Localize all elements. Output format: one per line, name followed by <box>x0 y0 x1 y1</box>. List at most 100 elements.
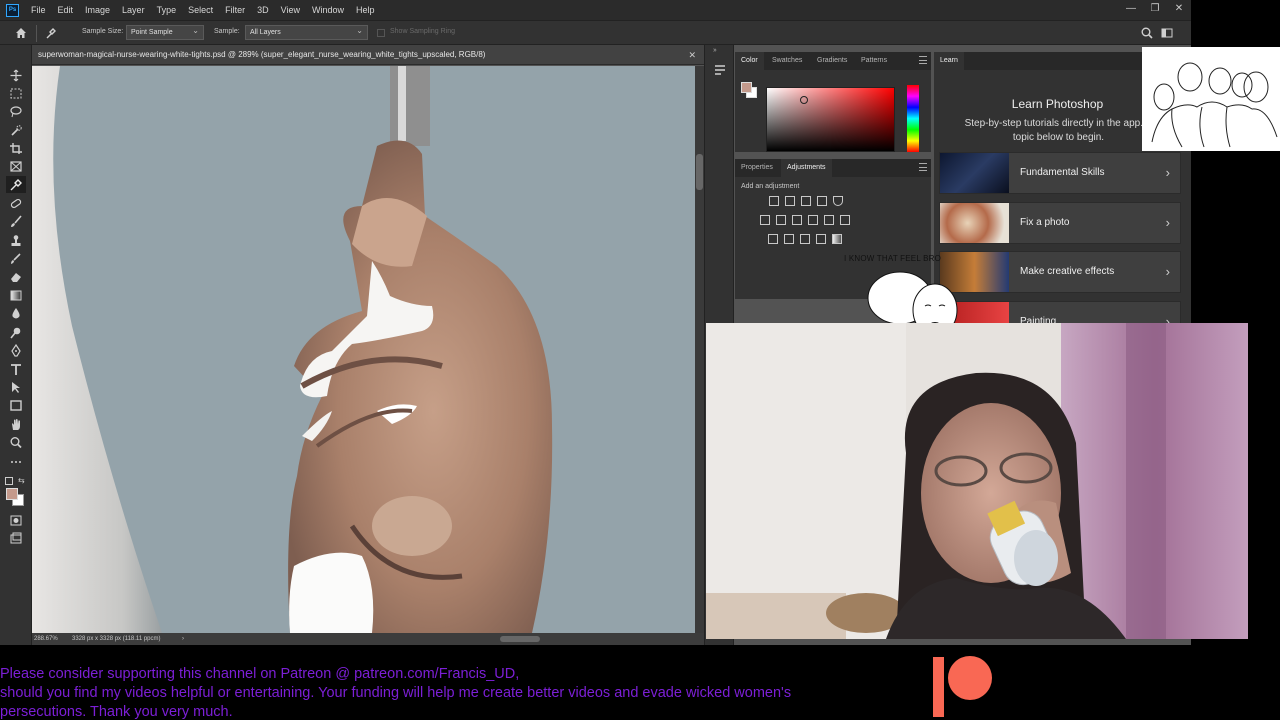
menu-edit[interactable]: Edit <box>52 0 80 20</box>
home-icon[interactable] <box>14 26 28 40</box>
foreground-color-swatch[interactable] <box>6 488 18 500</box>
menu-select[interactable]: Select <box>182 0 219 20</box>
eyedropper-tool-selected[interactable] <box>6 176 26 193</box>
zoom-tool-icon[interactable] <box>9 436 23 449</box>
adjustments-panel-menu-icon[interactable] <box>919 163 927 171</box>
patreon-message: Please consider supporting this channel … <box>0 665 900 720</box>
menu-help[interactable]: Help <box>350 0 381 20</box>
menu-file[interactable]: File <box>25 0 52 20</box>
footer-line-2: should you find my videos helpful or ent… <box>0 685 792 701</box>
gradient-tool-icon[interactable] <box>9 289 23 302</box>
tab-swatches[interactable]: Swatches <box>772 52 802 70</box>
menu-layer[interactable]: Layer <box>116 0 151 20</box>
minimize-button[interactable]: — <box>1119 0 1143 20</box>
workspace-icon[interactable] <box>1160 26 1174 40</box>
tab-patterns[interactable]: Patterns <box>861 52 887 70</box>
color-lookup-icon[interactable] <box>840 215 850 225</box>
card-fundamental-skills[interactable]: Fundamental Skills › <box>939 152 1181 194</box>
brightness-contrast-icon[interactable] <box>769 196 779 206</box>
tab-learn[interactable]: Learn <box>934 52 964 70</box>
horizontal-scroll-thumb[interactable] <box>500 636 540 642</box>
tools-panel: ⇆ <box>0 45 32 645</box>
show-sampling-ring-checkbox[interactable] <box>377 29 385 37</box>
posterize-icon[interactable] <box>784 234 794 244</box>
tab-gradients[interactable]: Gradients <box>817 52 847 70</box>
type-tool-icon[interactable] <box>9 363 23 376</box>
menu-3d[interactable]: 3D <box>251 0 275 20</box>
exposure-icon[interactable] <box>817 196 827 206</box>
restore-button[interactable]: ❐ <box>1143 0 1167 20</box>
dodge-tool-icon[interactable] <box>9 326 23 339</box>
menu-image[interactable]: Image <box>79 0 116 20</box>
gradient-map-icon[interactable] <box>832 234 842 244</box>
vibrance-icon[interactable] <box>833 196 843 206</box>
screen-mode-icon[interactable] <box>9 532 23 545</box>
brush-tool-icon[interactable] <box>9 215 23 228</box>
rectangle-tool-icon[interactable] <box>9 399 23 412</box>
pen-tool-icon[interactable] <box>9 344 23 357</box>
document-tab[interactable]: superwoman-magical-nurse-wearing-white-t… <box>32 45 704 65</box>
eyedropper-preset-icon[interactable] <box>44 26 58 40</box>
close-window-button[interactable]: ✕ <box>1167 0 1191 20</box>
meme-caption: I KNOW THAT FEEL BRO <box>844 254 942 263</box>
swap-colors-icon[interactable]: ⇆ <box>18 476 25 485</box>
photoshop-logo-icon: Ps <box>6 3 19 17</box>
tab-adjustments[interactable]: Adjustments <box>781 159 832 177</box>
history-panel-icon[interactable] <box>713 63 727 77</box>
levels-icon[interactable] <box>785 196 795 206</box>
curves-icon[interactable] <box>801 196 811 206</box>
menu-window[interactable]: Window <box>306 0 350 20</box>
hand-tool-icon[interactable] <box>9 418 23 431</box>
clone-stamp-tool-icon[interactable] <box>9 234 23 247</box>
vertical-scrollbar[interactable] <box>695 66 704 633</box>
search-icon[interactable] <box>1140 26 1154 40</box>
tab-properties[interactable]: Properties <box>741 159 773 177</box>
more-tools-icon[interactable] <box>9 455 23 468</box>
zoom-level[interactable]: 288.67% <box>34 633 58 645</box>
frame-tool-icon[interactable] <box>9 160 23 173</box>
healing-brush-tool-icon[interactable] <box>9 197 23 210</box>
default-colors-icon[interactable] <box>5 477 13 485</box>
tab-color[interactable]: Color <box>735 52 764 70</box>
vertical-scroll-thumb[interactable] <box>696 154 703 190</box>
doodle-overlay <box>1142 47 1280 151</box>
color-picker-cursor[interactable] <box>800 96 808 104</box>
color-balance-icon[interactable] <box>776 215 786 225</box>
quick-mask-icon[interactable] <box>9 514 23 527</box>
crop-tool-icon[interactable] <box>9 142 23 155</box>
menu-type[interactable]: Type <box>151 0 183 20</box>
status-menu-arrow[interactable]: › <box>182 633 184 645</box>
color-picker-field[interactable] <box>766 87 895 152</box>
hue-saturation-icon[interactable] <box>760 215 770 225</box>
sample-size-dropdown[interactable]: Point Sample <box>126 24 204 40</box>
blur-tool-icon[interactable] <box>9 307 23 320</box>
menu-view[interactable]: View <box>275 0 306 20</box>
marquee-tool-icon[interactable] <box>9 87 23 100</box>
adjustments-panel-tabs: Properties Adjustments <box>735 159 931 177</box>
threshold-icon[interactable] <box>800 234 810 244</box>
path-selection-tool-icon[interactable] <box>9 381 23 394</box>
learn-subtitle: Step-by-step tutorials directly in the a… <box>946 117 1171 145</box>
hue-slider[interactable] <box>907 85 919 152</box>
color-panel-menu-icon[interactable] <box>919 56 927 64</box>
quick-selection-tool-icon[interactable] <box>9 124 23 137</box>
collapse-panels-icon[interactable]: ›› <box>713 47 717 54</box>
photo-filter-icon[interactable] <box>808 215 818 225</box>
eraser-tool-icon[interactable] <box>9 270 23 283</box>
chevron-right-icon: › <box>1165 165 1170 180</box>
lasso-tool-icon[interactable] <box>9 105 23 118</box>
sample-dropdown[interactable]: All Layers <box>245 24 368 40</box>
color-panel-foreground-swatch[interactable] <box>741 82 752 93</box>
patreon-logo-icon <box>933 656 992 717</box>
menu-filter[interactable]: Filter <box>219 0 251 20</box>
selective-color-icon[interactable] <box>816 234 826 244</box>
channel-mixer-icon[interactable] <box>824 215 834 225</box>
card-make-creative-effects[interactable]: Make creative effects › <box>939 251 1181 293</box>
invert-icon[interactable] <box>768 234 778 244</box>
card-fix-a-photo[interactable]: Fix a photo › <box>939 202 1181 244</box>
history-brush-tool-icon[interactable] <box>9 252 23 265</box>
document-canvas[interactable] <box>32 66 695 633</box>
move-tool-icon[interactable] <box>9 69 23 82</box>
close-document-icon[interactable]: ✕ <box>688 45 696 65</box>
black-white-icon[interactable] <box>792 215 802 225</box>
